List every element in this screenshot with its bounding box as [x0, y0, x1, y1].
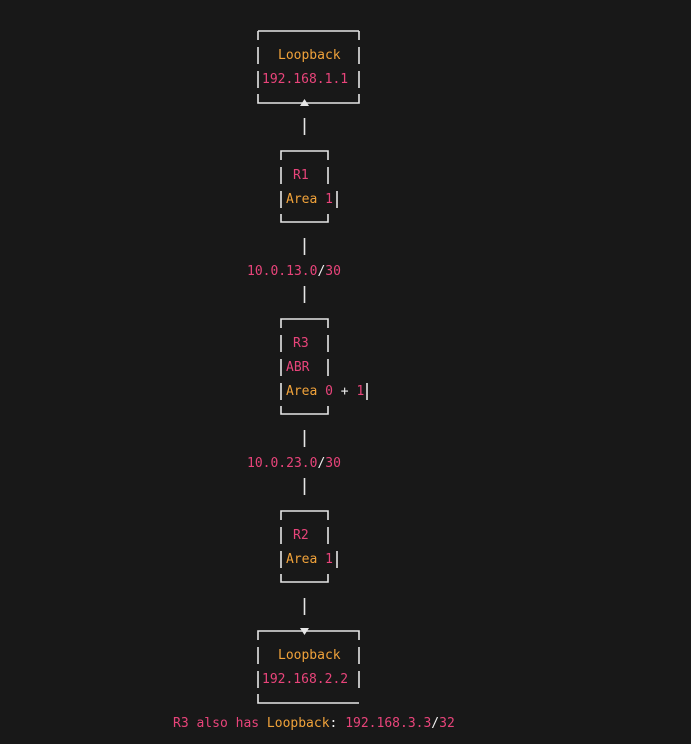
- r3-name: R3: [293, 336, 309, 351]
- loopback-bottom-ip: 192.168.2.2: [262, 672, 349, 687]
- subnet-2-label: 10.0.23.0/30: [247, 456, 341, 472]
- r2-box: [280, 510, 338, 583]
- r1-box: [280, 150, 338, 223]
- r1-area-label: Area: [286, 192, 318, 207]
- r1-area-number: 1: [325, 192, 333, 207]
- r2-area: Area 1: [286, 552, 333, 568]
- loopback-top-box: [257, 30, 360, 106]
- r2-name: R2: [293, 528, 309, 543]
- subnet-2-mask: 30: [325, 456, 341, 471]
- loopback-top-title: Loopback: [278, 48, 341, 63]
- r3-area-0: 0: [325, 384, 333, 399]
- note-colon: :: [329, 716, 338, 731]
- r3-area-label: Area: [286, 384, 318, 399]
- r1-area: Area 1: [286, 192, 333, 208]
- note-prefix: R3 also has: [173, 716, 260, 731]
- r2-area-label: Area: [286, 552, 318, 567]
- subnet-2-network: 10.0.23.0: [247, 456, 318, 471]
- loopback-bottom-box: [257, 628, 360, 704]
- r3-role: ABR: [286, 360, 310, 375]
- subnet-1-network: 10.0.13.0: [247, 264, 318, 279]
- r3-area: Area 0 + 1: [286, 384, 364, 400]
- subnet-1-mask: 30: [325, 264, 341, 279]
- note-mask: 32: [439, 716, 455, 731]
- loopback-top-ip: 192.168.1.1: [262, 72, 349, 87]
- r1-name: R1: [293, 168, 309, 183]
- note-keyword: Loopback: [266, 716, 330, 731]
- topology-diagram: [257, 30, 368, 704]
- footer-note: R3 also has Loopback: 192.168.3.3/32: [173, 716, 455, 732]
- subnet-1-label: 10.0.13.0/30: [247, 264, 341, 280]
- r3-area-1: 1: [356, 384, 365, 399]
- r2-area-number: 1: [325, 552, 333, 567]
- note-ip: 192.168.3.3: [345, 716, 432, 731]
- note-slash: /: [431, 716, 440, 731]
- loopback-bottom-title: Loopback: [278, 648, 341, 663]
- r3-area-plus: +: [340, 384, 349, 399]
